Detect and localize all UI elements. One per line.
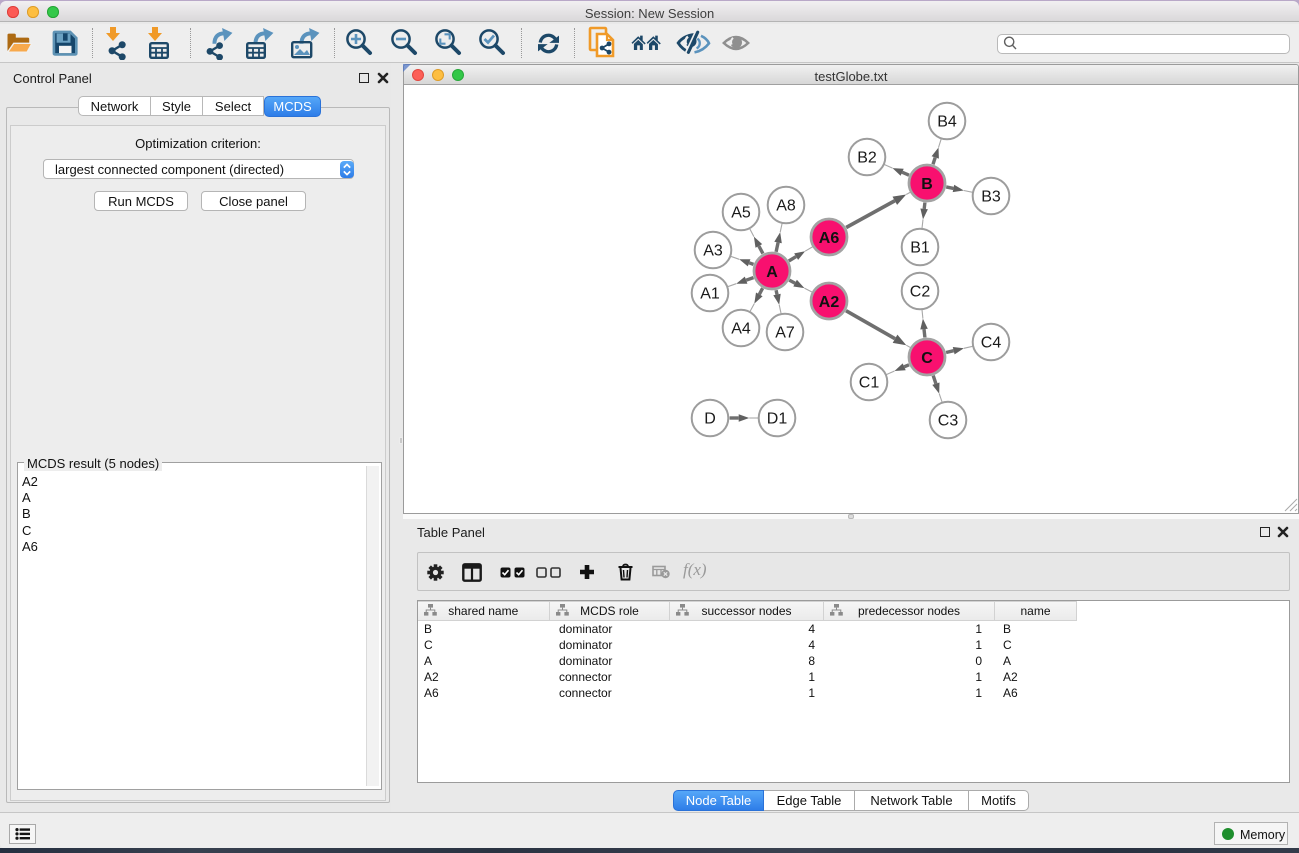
- svg-text:C: C: [921, 350, 933, 367]
- svg-text:B: B: [921, 176, 933, 193]
- svg-text:A2: A2: [819, 294, 840, 311]
- svg-text:B4: B4: [937, 114, 957, 131]
- svg-text:B3: B3: [981, 189, 1001, 206]
- svg-text:B2: B2: [857, 150, 877, 167]
- svg-text:D1: D1: [767, 411, 788, 428]
- svg-text:B1: B1: [910, 240, 930, 257]
- svg-text:A1: A1: [700, 286, 720, 303]
- svg-text:C1: C1: [859, 375, 880, 392]
- svg-text:A4: A4: [731, 321, 751, 338]
- svg-text:C2: C2: [910, 284, 931, 301]
- svg-text:A7: A7: [775, 325, 795, 342]
- svg-text:C3: C3: [938, 413, 959, 430]
- svg-text:C4: C4: [981, 335, 1002, 352]
- svg-text:A5: A5: [731, 205, 751, 222]
- svg-text:A8: A8: [776, 198, 796, 215]
- svg-text:D: D: [704, 411, 716, 428]
- svg-text:A: A: [766, 264, 778, 281]
- svg-text:A3: A3: [703, 243, 723, 260]
- svg-text:A6: A6: [819, 230, 840, 247]
